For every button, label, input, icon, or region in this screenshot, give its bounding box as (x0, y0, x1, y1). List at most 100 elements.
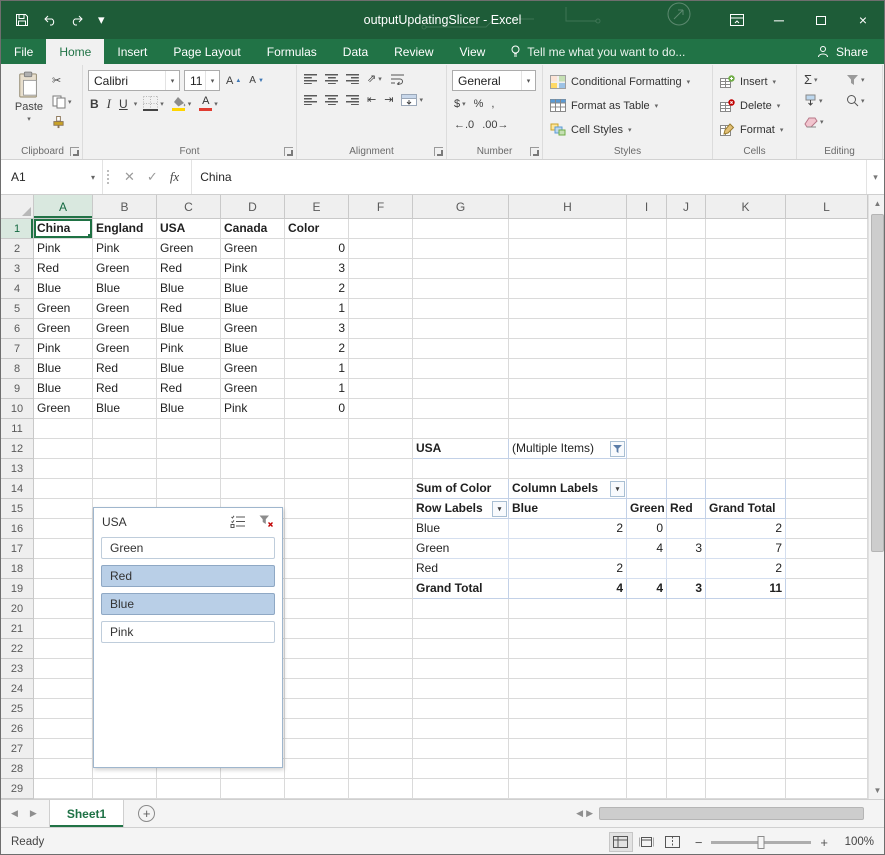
cell-F1[interactable] (349, 219, 413, 239)
share-button[interactable]: Share (800, 39, 884, 64)
cell-E9[interactable]: 1 (285, 379, 349, 399)
cell-L3[interactable] (786, 259, 868, 279)
cell-E21[interactable] (285, 619, 349, 639)
row-header-24[interactable]: 24 (1, 679, 34, 699)
cell-A15[interactable] (34, 499, 93, 519)
cell-K16[interactable]: 2 (706, 519, 786, 539)
cell-L8[interactable] (786, 359, 868, 379)
number-dialog-launcher[interactable] (530, 147, 539, 156)
cell-C6[interactable]: Blue (157, 319, 221, 339)
fill-button[interactable]: ▾ (802, 92, 836, 109)
cell-D9[interactable]: Green (221, 379, 285, 399)
cell-I5[interactable] (627, 299, 667, 319)
redo-button[interactable] (70, 14, 85, 26)
cell-E7[interactable]: 2 (285, 339, 349, 359)
cell-F21[interactable] (349, 619, 413, 639)
cell-L15[interactable] (786, 499, 868, 519)
cell-I8[interactable] (627, 359, 667, 379)
cell-H8[interactable] (509, 359, 627, 379)
cell-I15[interactable]: Green (627, 499, 667, 519)
vertical-scrollbar[interactable]: ▲ ▼ (868, 195, 885, 799)
cell-D6[interactable]: Green (221, 319, 285, 339)
clipboard-dialog-launcher[interactable] (70, 147, 79, 156)
row-header-28[interactable]: 28 (1, 759, 34, 779)
cell-G3[interactable] (413, 259, 509, 279)
increase-indent-button[interactable]: ⇥ (382, 91, 395, 108)
cell-E20[interactable] (285, 599, 349, 619)
cell-I10[interactable] (627, 399, 667, 419)
cell-K15[interactable]: Grand Total (706, 499, 786, 519)
column-header-D[interactable]: D (221, 195, 285, 219)
tell-me-box[interactable]: Tell me what you want to do... (510, 39, 685, 64)
tab-insert[interactable]: Insert (104, 39, 160, 64)
row-header-25[interactable]: 25 (1, 699, 34, 719)
cell-K14[interactable] (706, 479, 786, 499)
cell-G5[interactable] (413, 299, 509, 319)
cell-J11[interactable] (667, 419, 706, 439)
cell-L10[interactable] (786, 399, 868, 419)
cell-I27[interactable] (627, 739, 667, 759)
cell-A28[interactable] (34, 759, 93, 779)
cell-C7[interactable]: Pink (157, 339, 221, 359)
row-header-12[interactable]: 12 (1, 439, 34, 459)
cell-B7[interactable]: Green (93, 339, 157, 359)
cell-H12[interactable]: (Multiple Items) (509, 439, 627, 459)
row-header-21[interactable]: 21 (1, 619, 34, 639)
font-dialog-launcher[interactable] (284, 147, 293, 156)
cell-A10[interactable]: Green (34, 399, 93, 419)
cell-A5[interactable]: Green (34, 299, 93, 319)
cell-A17[interactable] (34, 539, 93, 559)
cell-A6[interactable]: Green (34, 319, 93, 339)
cell-E24[interactable] (285, 679, 349, 699)
sheet-tab-sheet1[interactable]: Sheet1 (49, 800, 124, 827)
cell-G8[interactable] (413, 359, 509, 379)
tab-view[interactable]: View (447, 39, 499, 64)
cell-J27[interactable] (667, 739, 706, 759)
row-header-14[interactable]: 14 (1, 479, 34, 499)
cell-B12[interactable] (93, 439, 157, 459)
cell-G15[interactable]: Row Labels▾ (413, 499, 509, 519)
cell-K5[interactable] (706, 299, 786, 319)
tab-formulas[interactable]: Formulas (254, 39, 330, 64)
cell-L13[interactable] (786, 459, 868, 479)
shrink-font-button[interactable]: A▼ (247, 72, 266, 89)
cell-A4[interactable]: Blue (34, 279, 93, 299)
alignment-dialog-launcher[interactable] (434, 147, 443, 156)
cell-A20[interactable] (34, 599, 93, 619)
fill-color-dropdown[interactable]: ▾ (188, 100, 192, 108)
cell-G21[interactable] (413, 619, 509, 639)
cell-H2[interactable] (509, 239, 627, 259)
cell-G9[interactable] (413, 379, 509, 399)
cell-H26[interactable] (509, 719, 627, 739)
cell-J10[interactable] (667, 399, 706, 419)
sheet-nav-right-arrow[interactable]: ▶ (30, 808, 37, 819)
cell-K29[interactable] (706, 779, 786, 799)
row-header-16[interactable]: 16 (1, 519, 34, 539)
cell-E14[interactable] (285, 479, 349, 499)
fill-color-button[interactable]: ▾ (170, 95, 194, 112)
cell-J15[interactable]: Red (667, 499, 706, 519)
maximize-button[interactable] (800, 1, 842, 39)
cell-H4[interactable] (509, 279, 627, 299)
cell-J7[interactable] (667, 339, 706, 359)
cell-C9[interactable]: Red (157, 379, 221, 399)
slicer-item-pink[interactable]: Pink (101, 621, 275, 643)
sort-filter-button[interactable]: ▾ (844, 71, 877, 88)
cell-H17[interactable] (509, 539, 627, 559)
scroll-down-arrow[interactable]: ▼ (869, 782, 885, 799)
cell-E6[interactable]: 3 (285, 319, 349, 339)
cell-I2[interactable] (627, 239, 667, 259)
cell-F18[interactable] (349, 559, 413, 579)
cell-H27[interactable] (509, 739, 627, 759)
cell-B9[interactable]: Red (93, 379, 157, 399)
horizontal-scrollbar-thumb[interactable] (599, 807, 864, 820)
cell-C11[interactable] (157, 419, 221, 439)
cell-E15[interactable] (285, 499, 349, 519)
cell-A23[interactable] (34, 659, 93, 679)
cut-button[interactable]: ✂ (50, 72, 74, 89)
cell-E11[interactable] (285, 419, 349, 439)
cell-E23[interactable] (285, 659, 349, 679)
cell-I16[interactable]: 0 (627, 519, 667, 539)
cell-E27[interactable] (285, 739, 349, 759)
cell-D3[interactable]: Pink (221, 259, 285, 279)
